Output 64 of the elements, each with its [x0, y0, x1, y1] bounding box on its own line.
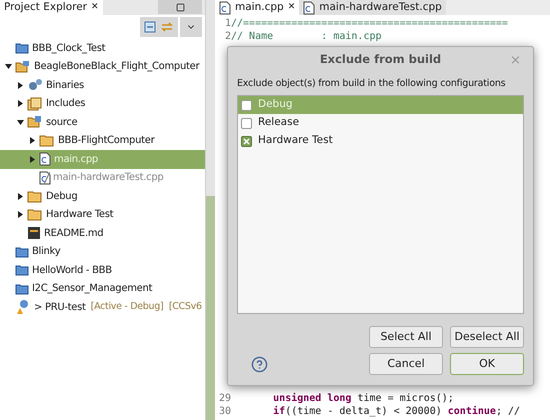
dialog-button[interactable]: OK	[450, 353, 524, 375]
line-number: 2	[224, 30, 231, 43]
tree-item[interactable]: BeagleBoneBlack_Flight_Computer	[0, 58, 205, 76]
checkbox[interactable]	[241, 118, 252, 128]
tree-item[interactable]: I2C_Sensor_Management	[0, 280, 205, 298]
project-folder-icon	[15, 264, 29, 276]
expand-arrow-icon[interactable]	[16, 211, 24, 218]
editor-tab[interactable]: main-hardwareTest.cpp	[299, 0, 446, 15]
dialog-title: Exclude from build	[320, 51, 442, 68]
configuration-item[interactable]: Hardware Test	[238, 132, 523, 150]
tree-item[interactable]: > PRU-test [Active - Debug] [CCSv6	[0, 298, 205, 316]
line-number: 1	[224, 17, 231, 30]
excluded-slash-icon	[44, 172, 50, 184]
expand-arrow-icon[interactable]	[16, 192, 24, 200]
code-line: if((time - delta_t) < 20000) continue; //	[272, 405, 520, 418]
folder-icon	[27, 208, 43, 222]
maximize-icon	[176, 2, 184, 12]
help-icon[interactable]	[251, 356, 268, 372]
tree-item[interactable]: README.md	[0, 224, 205, 242]
expand-arrow-icon[interactable]	[28, 137, 36, 144]
close-icon[interactable]: ✕	[90, 3, 99, 12]
tree-item[interactable]: Includes	[0, 94, 205, 113]
list-button[interactable]: Deselect All	[450, 326, 524, 348]
collapse-arrow-icon[interactable]	[4, 63, 12, 70]
collapse-all-icon[interactable]	[144, 21, 156, 33]
checkbox[interactable]	[241, 136, 252, 146]
open-project-icon	[15, 60, 31, 74]
close-icon[interactable]: ✕	[288, 3, 296, 12]
editor-tab[interactable]: main.cpp ✕	[215, 0, 300, 15]
project-folder-icon	[15, 42, 29, 54]
tree-item[interactable]: BBB_Clock_Test	[0, 39, 205, 58]
tree-item[interactable]: HelloWorld - BBB	[0, 261, 205, 280]
source-folder-icon	[27, 115, 43, 130]
expand-arrow-icon[interactable]	[16, 82, 24, 89]
expand-arrow-icon[interactable]	[28, 156, 36, 163]
cpp-file-icon	[39, 170, 51, 185]
folder-icon	[27, 190, 43, 203]
check-mark-icon	[243, 138, 250, 144]
tree-item[interactable]: Blinky	[0, 242, 205, 261]
tree-item[interactable]: source	[0, 113, 205, 132]
project-decoration: [Active - Debug] [CCSv6	[90, 300, 202, 314]
line-number: 30	[218, 405, 231, 418]
project-folder-icon	[15, 246, 29, 258]
code-line: unsigned long time = micros();	[272, 392, 454, 405]
explorer-tab[interactable]: Project Explorer ✕	[0, 0, 103, 15]
expand-arrow-icon[interactable]	[16, 100, 24, 108]
tree-item[interactable]: BBB-FlightComputer	[0, 132, 205, 150]
list-button[interactable]: Select All	[369, 326, 443, 348]
text-file-icon	[27, 226, 41, 240]
project-folder-icon	[15, 282, 29, 295]
collapse-arrow-icon[interactable]	[16, 118, 24, 126]
configuration-item[interactable]: Release	[238, 114, 523, 132]
maximize-button[interactable]	[158, 0, 202, 14]
cpp-file-icon	[39, 152, 51, 166]
code-comment: //============================================	[231, 17, 508, 30]
checkbox[interactable]	[241, 100, 252, 110]
dialog-prompt: Exclude object(s) from build in the following configurations	[237, 77, 506, 90]
code-comment: // Name : main.cpp	[231, 30, 382, 43]
tree-item[interactable]: Binaries	[0, 76, 205, 94]
dialog-button[interactable]: Cancel	[369, 353, 443, 375]
tree-item[interactable]: Hardware Test	[0, 206, 205, 224]
line-number: 29	[218, 392, 231, 405]
tree-item[interactable]: Debug	[0, 187, 205, 206]
folder-icon	[39, 134, 55, 148]
